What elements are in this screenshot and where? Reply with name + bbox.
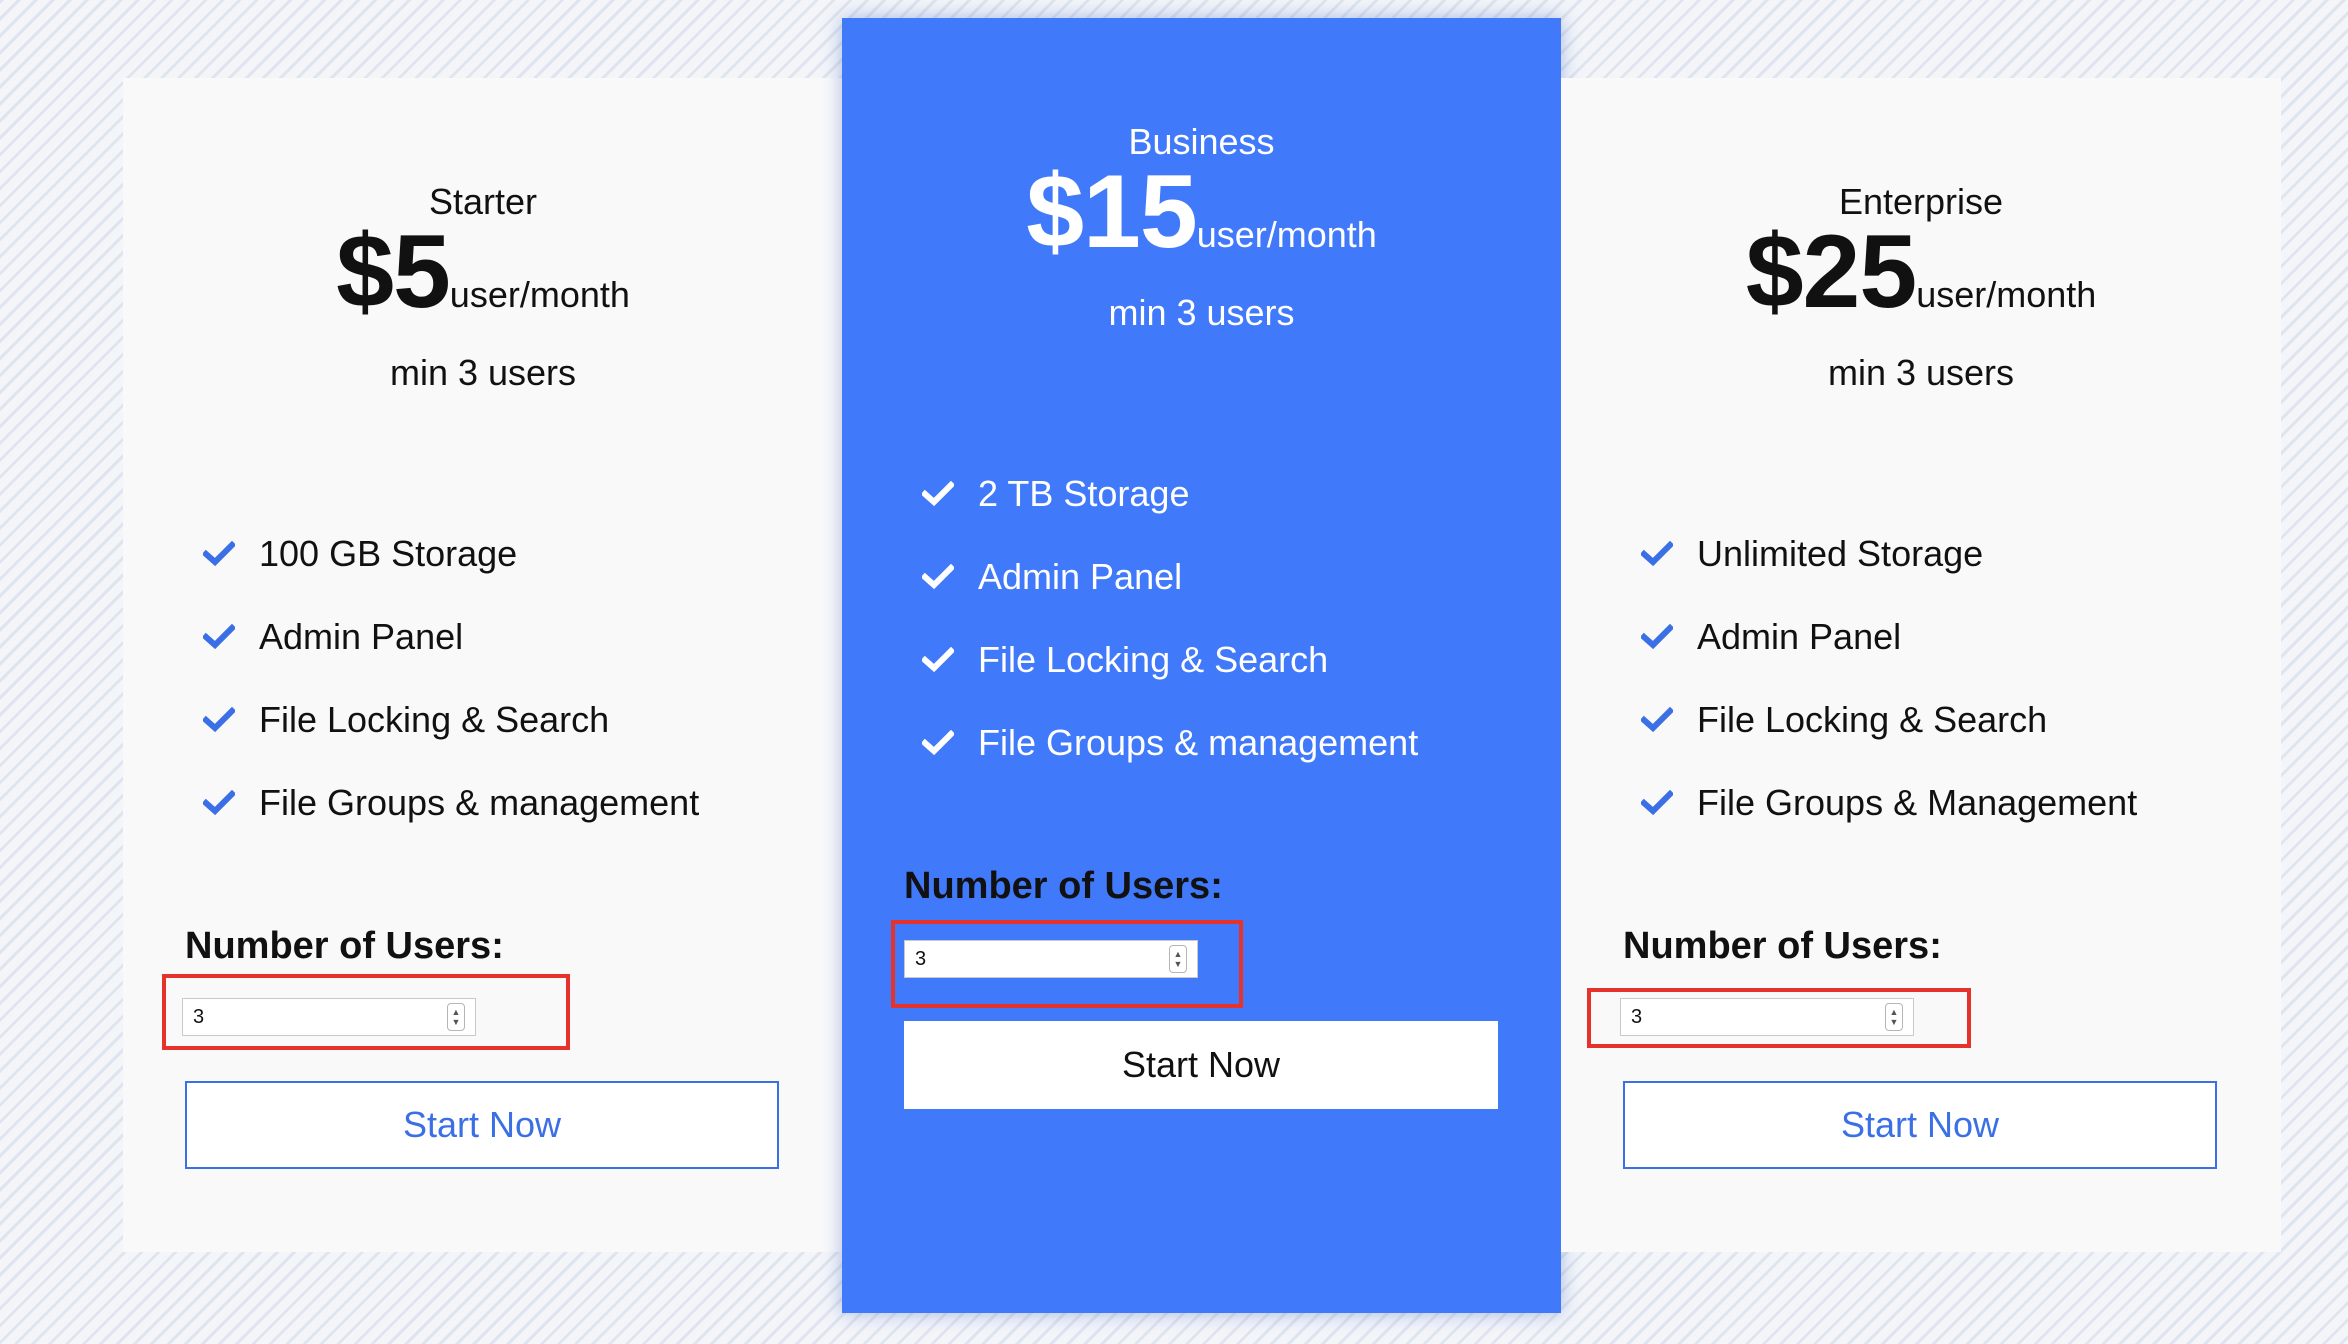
feature-item: Admin Panel <box>1641 595 2137 678</box>
feature-item: File Locking & Search <box>922 618 1418 701</box>
users-count-input[interactable]: 3 ▲ ▼ <box>904 940 1198 978</box>
min-users-note: min 3 users <box>389 352 577 393</box>
feature-label: File Locking & Search <box>978 638 1329 680</box>
check-icon <box>203 706 259 733</box>
users-count-value: 3 <box>915 947 927 970</box>
price-amount: $25 <box>1745 214 1918 330</box>
feature-label: File Groups & management <box>978 721 1419 763</box>
price-amount: $15 <box>1026 154 1198 270</box>
plan-card-starter: Starter $5user/month min 3 users 100 GB … <box>123 78 843 1252</box>
feature-label: File Groups & Management <box>1697 781 2138 823</box>
feature-item: 2 TB Storage <box>922 452 1418 535</box>
feature-label: Unlimited Storage <box>1697 532 1984 574</box>
feature-label: 2 TB Storage <box>978 472 1190 514</box>
feature-item: File Locking & Search <box>1641 678 2137 761</box>
number-of-users-label: Number of Users: <box>1623 925 1942 967</box>
plan-price: $15user/month <box>842 153 1561 272</box>
check-icon <box>1641 706 1697 733</box>
feature-label: Admin Panel <box>1697 615 1902 657</box>
check-icon <box>203 789 259 816</box>
feature-label: Admin Panel <box>978 555 1183 597</box>
check-icon <box>922 646 978 673</box>
feature-label: File Locking & Search <box>259 698 610 740</box>
number-of-users-label: Number of Users: <box>904 865 1223 907</box>
feature-label: File Groups & management <box>259 781 700 823</box>
users-count-value: 3 <box>1631 1005 1643 1028</box>
price-unit: user/month <box>449 274 630 315</box>
plan-price: $5user/month <box>123 213 843 332</box>
feature-label: File Locking & Search <box>1697 698 2048 740</box>
feature-list: 2 TB Storage Admin Panel File Locking & … <box>922 452 1418 784</box>
feature-item: File Groups & management <box>203 761 699 844</box>
plan-card-enterprise: Enterprise $25user/month min 3 users Unl… <box>1561 78 2281 1252</box>
feature-item: File Groups & management <box>922 701 1418 784</box>
start-now-button[interactable]: Start Now <box>1623 1081 2217 1169</box>
feature-item: Admin Panel <box>203 595 699 678</box>
check-icon <box>922 480 978 507</box>
min-users-note: min 3 users <box>1827 352 2015 393</box>
check-icon <box>1641 789 1697 816</box>
check-icon <box>203 540 259 567</box>
feature-label: 100 GB Storage <box>259 532 518 574</box>
feature-list: 100 GB Storage Admin Panel File Locking … <box>203 512 699 844</box>
check-icon <box>922 729 978 756</box>
feature-item: Unlimited Storage <box>1641 512 2137 595</box>
min-users-note: min 3 users <box>1108 292 1295 333</box>
check-icon <box>1641 623 1697 650</box>
spinner-arrows-icon[interactable]: ▲ ▼ <box>447 1003 465 1031</box>
users-count-input[interactable]: 3 ▲ ▼ <box>1620 998 1914 1036</box>
plan-price: $25user/month <box>1561 213 2281 332</box>
start-now-button[interactable]: Start Now <box>904 1021 1498 1109</box>
start-now-button[interactable]: Start Now <box>185 1081 779 1169</box>
feature-item: 100 GB Storage <box>203 512 699 595</box>
price-unit: user/month <box>1916 274 2097 315</box>
check-icon <box>203 623 259 650</box>
number-of-users-label: Number of Users: <box>185 925 504 967</box>
spinner-arrows-icon[interactable]: ▲ ▼ <box>1169 945 1187 973</box>
users-count-value: 3 <box>193 1005 205 1028</box>
users-count-input[interactable]: 3 ▲ ▼ <box>182 998 476 1036</box>
check-icon <box>922 563 978 590</box>
price-unit: user/month <box>1196 214 1377 255</box>
feature-item: File Groups & Management <box>1641 761 2137 844</box>
plan-card-business: Business $15user/month min 3 users 2 TB … <box>842 18 1561 1313</box>
check-icon <box>1641 540 1697 567</box>
feature-list: Unlimited Storage Admin Panel File Locki… <box>1641 512 2137 844</box>
feature-label: Admin Panel <box>259 615 464 657</box>
feature-item: File Locking & Search <box>203 678 699 761</box>
price-amount: $5 <box>336 214 451 330</box>
feature-item: Admin Panel <box>922 535 1418 618</box>
spinner-arrows-icon[interactable]: ▲ ▼ <box>1885 1003 1903 1031</box>
